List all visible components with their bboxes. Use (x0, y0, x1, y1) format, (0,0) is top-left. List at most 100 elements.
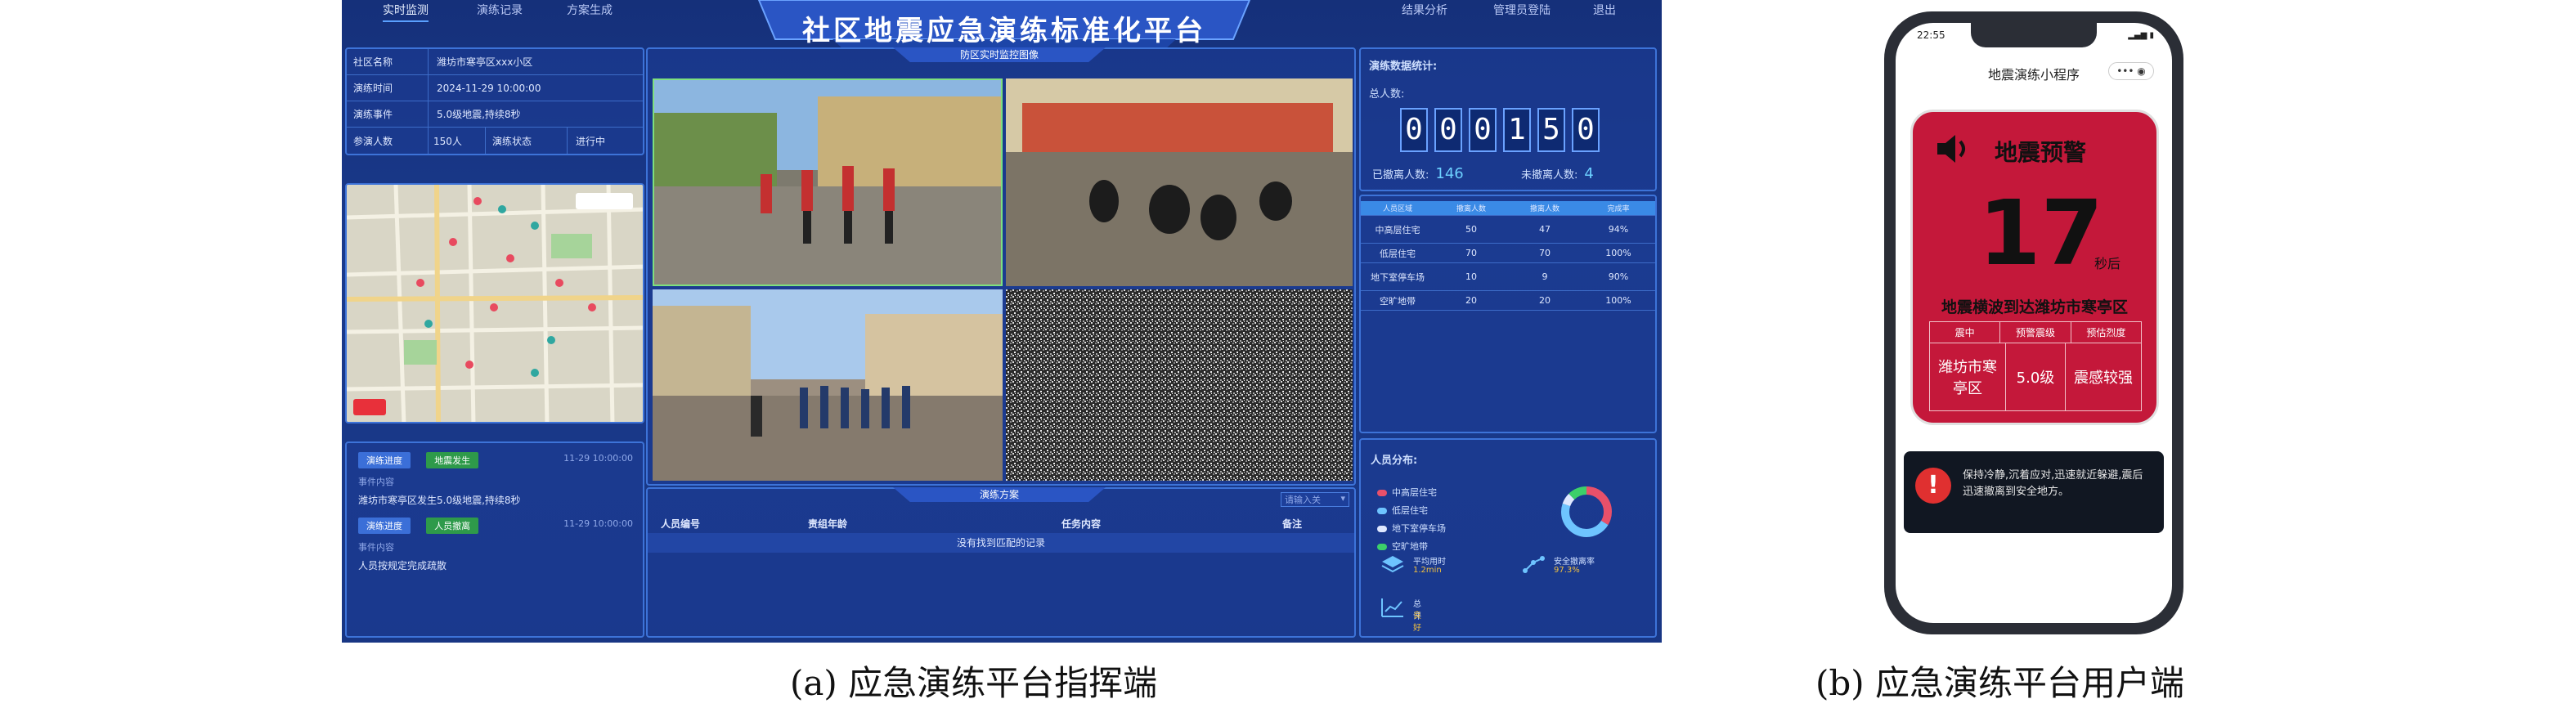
safe-rate-label: 安全撤离率 (1554, 558, 1595, 567)
map-panel[interactable] (345, 183, 644, 423)
info-row-time: 演练时间 2024-11-29 10:00:00 (347, 75, 643, 101)
area-table-panel: 人员区域 撤离人数 撤离人数 完成率 中高层住宅 50 47 94% 低层住宅 … (1359, 195, 1657, 433)
log-tag-progress: 演练进度 (358, 452, 411, 468)
cell-evacuated: 20 (1539, 295, 1551, 306)
more-dots-icon[interactable]: ••• (2116, 65, 2134, 77)
plan-col-task: 任务内容 (1061, 518, 1102, 530)
camera-feed-1[interactable] (653, 78, 1003, 286)
camera-feed-3[interactable] (653, 289, 1003, 481)
avg-time-metric: 平均用时 1.2min (1380, 554, 1446, 579)
not-evacuated-label: 未撤离人数: (1521, 169, 1578, 181)
event-value: 5.0级地震,持续8秒 (437, 109, 521, 120)
alert-title: 地震预警 (1995, 139, 2087, 166)
cell-rate: 100% (1605, 248, 1631, 258)
table-row: 低层住宅 70 70 100% (1361, 244, 1655, 263)
col-intensity: 预估烈度 (2086, 327, 2126, 338)
col-area: 人员区域 (1382, 205, 1412, 213)
safe-rate-value: 97.3% (1554, 566, 1580, 575)
countdown-unit: 秒后 (2094, 256, 2121, 271)
legend-item: 中高层住宅 (1377, 486, 1437, 499)
nav-result-analysis[interactable]: 结果分析 (1402, 2, 1447, 18)
cell-planned: 20 (1465, 295, 1477, 306)
phone-notch (1971, 23, 2097, 47)
cell-evacuated: 9 (1542, 271, 1548, 282)
cell-planned: 50 (1465, 224, 1477, 235)
community-label: 社区名称 (347, 49, 429, 74)
earthquake-alert-card: 地震预警 17 秒后 地震横波到达潍坊市寒亭区 震中 预警震级 预估烈度 潍坊市… (1910, 110, 2159, 425)
col-magnitude: 预警震级 (2000, 322, 2071, 343)
magnitude-value: 5.0级 (2006, 343, 2066, 410)
nav-logout[interactable]: 退出 (1593, 2, 1616, 18)
log-time: 11-29 10:00:00 (563, 518, 633, 529)
nav-admin-login[interactable]: 管理员登陆 (1493, 2, 1551, 18)
chevron-down-icon: ▾ (1340, 493, 1345, 504)
warning-text: 保持冷静,沉着应对,迅速就近躲避,震后迅速撤离到安全地方。 (1963, 469, 2143, 498)
avg-time-value: 1.2min (1413, 566, 1442, 575)
community-value: 潍坊市寒亭区xxx小区 (437, 56, 533, 68)
col-evacuated: 撤离人数 (1529, 205, 1560, 213)
counter-digit: 5 (1537, 108, 1565, 152)
map-canvas[interactable] (347, 185, 644, 423)
legend-label: 空旷地带 (1392, 541, 1428, 552)
cell-evacuated: 70 (1539, 248, 1551, 258)
overall-metric: 总评 良好 (1380, 597, 1421, 633)
legend-item: 空旷地带 (1377, 540, 1428, 553)
time-value: 2024-11-29 10:00:00 (437, 82, 541, 94)
col-rate: 完成率 (1607, 205, 1630, 213)
video-monitor-panel: 防区实时监控图像 (646, 47, 1356, 486)
nav-plan-generation[interactable]: 方案生成 (567, 2, 613, 18)
stats-title: 演练数据统计: (1369, 60, 1438, 73)
info-row-community: 社区名称 潍坊市寒亭区xxx小区 (347, 49, 643, 75)
plan-search-placeholder: 请输入关 (1285, 495, 1321, 505)
phone-mockup: 22:55 ▂▄▆ ▮ 地震演练小程序 ••• ◉ 地震预警 17 秒后 地震横… (1884, 11, 2183, 634)
cell-planned: 70 (1465, 248, 1477, 258)
safe-rate-metric: 安全撤离率 97.3% (1521, 554, 1595, 579)
log-entry-1: 演练进度 地震发生 11-29 10:00:00 事件内容 潍坊市寒亭区发生5.… (358, 451, 636, 507)
distribution-donut (1561, 486, 1612, 537)
line-chart-icon (1381, 598, 1403, 617)
exclamation-icon: ! (1915, 468, 1951, 504)
legend-item: 低层住宅 (1377, 504, 1428, 517)
counter-digit: 0 (1400, 108, 1428, 152)
legend-label: 中高层住宅 (1392, 487, 1437, 498)
legend-label: 地下室停车场 (1392, 523, 1446, 534)
legend-item: 地下室停车场 (1377, 522, 1446, 535)
nav-realtime-monitor[interactable]: 实时监测 (383, 2, 429, 22)
overall-value: 良好 (1413, 612, 1421, 633)
plan-empty-row: 没有找到匹配的记录 (648, 533, 1354, 553)
alert-message: 地震横波到达潍坊市寒亭区 (1941, 298, 2128, 316)
cell-area: 空旷地带 (1380, 295, 1416, 307)
miniprogram-capsule[interactable]: ••• ◉ (2108, 62, 2154, 80)
video-title: 防区实时监控图像 (893, 47, 1106, 62)
distribution-title: 人员分布: (1371, 455, 1418, 467)
plan-search-select[interactable]: 请输入关 ▾ (1281, 492, 1349, 507)
nav-drill-records[interactable]: 演练记录 (477, 2, 523, 18)
legend-swatch (1377, 508, 1387, 514)
cell-area: 地下室停车场 (1371, 271, 1425, 283)
countdown-number: 17 (1978, 181, 2104, 285)
counter-digit: 0 (1434, 108, 1462, 152)
counter-digit: 1 (1503, 108, 1531, 152)
close-circle-icon[interactable]: ◉ (2137, 65, 2145, 77)
cell-evacuated: 47 (1539, 224, 1551, 235)
camera-feed-2[interactable] (1006, 78, 1353, 286)
caption-left: (a) 应急演练平台指挥端 (790, 663, 1158, 703)
counter-digit: 0 (1572, 108, 1600, 152)
area-table-header: 人员区域 撤离人数 撤离人数 完成率 (1361, 201, 1655, 216)
cell-planned: 10 (1465, 271, 1477, 282)
command-dashboard: 实时监测 演练记录 方案生成 结果分析 管理员登陆 退出 社区地震应急演练标准化… (342, 0, 1662, 643)
safety-warning-box: ! 保持冷静,沉着应对,迅速就近躲避,震后迅速撤离到安全地方。 (1904, 451, 2164, 533)
log-tag-event: 地震发生 (426, 452, 479, 468)
layers-icon (1381, 556, 1404, 573)
log-time: 11-29 10:00:00 (563, 453, 633, 464)
page-title: 社区地震应急演练标准化平台 (802, 15, 1206, 47)
info-row-participants: 参演人数 150人 演练状态 进行中 (347, 128, 643, 154)
status-label: 演练状态 (486, 128, 568, 154)
log-sub-label: 事件内容 (358, 542, 394, 553)
plan-col-notes: 备注 (1282, 518, 1303, 530)
camera-feed-4-no-signal[interactable] (1006, 289, 1353, 481)
not-evacuated-stat: 未撤离人数: 4 (1521, 165, 1594, 182)
plan-col-age: 责组年龄 (808, 518, 848, 530)
info-row-event: 演练事件 5.0级地震,持续8秒 (347, 101, 643, 128)
evacuated-value: 146 (1435, 165, 1464, 182)
